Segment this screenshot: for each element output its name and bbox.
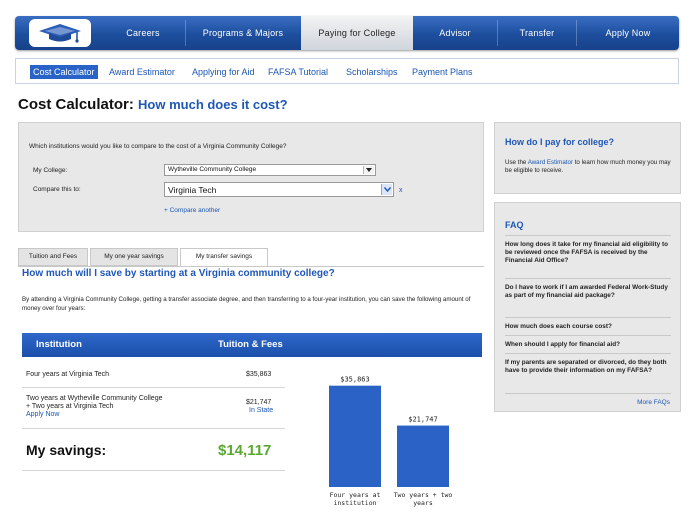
row-two-years-line2: + Two years at Virginia Tech [26,403,114,410]
chart-value-label: $35,863 [340,376,370,384]
subnav-cost-calculator[interactable]: Cost Calculator [30,65,98,79]
apply-now-link[interactable]: Apply Now [26,411,59,418]
remove-comparison-button[interactable]: x [399,187,403,194]
row-divider [22,387,285,388]
chart-category-label: institution [333,499,376,507]
page-title-main: Cost Calculator: [18,96,134,113]
pay-for-college-text: Use the Award Estimator to learn how muc… [505,159,671,176]
page-title: Cost Calculator: How much does it cost? [18,96,288,113]
faq-divider [505,317,671,318]
savings-intro: By attending a Virginia Community Colleg… [22,296,471,312]
page-subtitle: How much does it cost? [138,97,288,112]
savings-bar-chart: $35,863 Four years atinstitution $21,747 Tw… [329,376,453,507]
row-four-years-value: $35,863 [246,371,272,378]
my-college-label: My College: [33,167,68,174]
subnav-fafsa-tutorial[interactable]: FAFSA Tutorial [268,65,328,79]
subnav-award-estimator[interactable]: Award Estimator [109,65,175,79]
tab-tuition-fees[interactable]: Tuition and Fees [18,248,88,266]
chart-bar [329,385,381,487]
subnav-applying-for-aid[interactable]: Applying for Aid [192,65,255,79]
pay-for-college-title: How do I pay for college? [505,137,615,147]
faq-item[interactable]: How long does it take for my financial a… [505,241,671,266]
compare-question: Which institutions would you like to com… [29,143,287,150]
compare-another-link[interactable]: + Compare another [164,207,220,214]
main-navigation: Careers Programs & Majors Paying for Col… [15,16,679,50]
chevron-down-icon [363,166,374,174]
my-college-select[interactable]: Wytheville Community College [164,164,376,176]
faq-item[interactable]: When should I apply for financial aid? [505,341,671,349]
faq-divider [505,278,671,279]
faq-divider [505,353,671,354]
my-savings-label: My savings: [26,442,107,458]
in-state-link[interactable]: In State [249,407,273,414]
chart-bar [397,425,449,487]
chart-category-label: Four years at [330,491,381,499]
row-two-years-value: $21,747 [246,399,272,406]
pay-for-college-panel: How do I pay for college? Use the Award … [494,122,681,194]
chevron-down-icon [381,184,392,195]
nav-tab-programs-majors[interactable]: Programs & Majors [186,16,300,50]
faq-divider [505,235,671,236]
compare-label: Compare this to: [33,186,81,193]
faq-title: FAQ [505,220,524,230]
chart-value-label: $21,747 [408,416,438,424]
more-faqs-link[interactable]: More FAQs [637,399,670,406]
row-divider [22,428,285,429]
nav-tab-paying-for-college[interactable]: Paying for College [301,16,413,50]
subnav-payment-plans[interactable]: Payment Plans [412,65,473,79]
tab-transfer-savings[interactable]: My transfer savings [180,248,268,267]
chart-category-label: years [413,499,433,507]
row-four-years-label: Four years at Virginia Tech [26,371,110,378]
column-header-tuition: Tuition & Fees [218,339,283,350]
savings-table-header: Institution Tuition & Fees [22,333,482,357]
subnav-scholarships[interactable]: Scholarships [346,65,398,79]
nav-tab-advisor[interactable]: Advisor [413,16,497,50]
home-logo[interactable] [29,19,91,47]
tab-one-year-savings[interactable]: My one year savings [90,248,178,266]
nav-tab-transfer[interactable]: Transfer [498,16,576,50]
column-header-institution: Institution [36,339,82,350]
faq-divider [505,393,671,394]
nav-tab-apply-now[interactable]: Apply Now [577,16,679,50]
my-savings-value: $14,117 [218,442,272,459]
compare-value: Virginia Tech [168,185,217,195]
faq-item[interactable]: If my parents are separated or divorced,… [505,359,671,375]
row-divider [22,470,285,471]
pay-text-before: Use the [505,159,528,166]
nav-tab-careers[interactable]: Careers [101,16,185,50]
faq-item[interactable]: How much does each course cost? [505,323,671,331]
chart-category-label: Two years + two [394,491,453,499]
faq-item[interactable]: Do I have to work if I am awarded Federa… [505,284,671,300]
row-two-years-line1: Two years at Wytheville Community Colleg… [26,395,163,402]
award-estimator-link[interactable]: Award Estimator [528,159,573,166]
compare-select[interactable]: Virginia Tech [164,182,394,197]
faq-divider [505,335,671,336]
sub-navigation: Cost Calculator Award Estimator Applying… [15,58,679,84]
faq-panel: FAQ How long does it take for my financi… [494,202,681,412]
compare-panel: Which institutions would you like to com… [18,122,484,232]
tab-underline [18,266,484,267]
graduation-cap-icon [39,24,81,43]
my-college-value: Wytheville Community College [168,166,257,173]
savings-heading: How much will I save by starting at a Vi… [22,268,335,279]
